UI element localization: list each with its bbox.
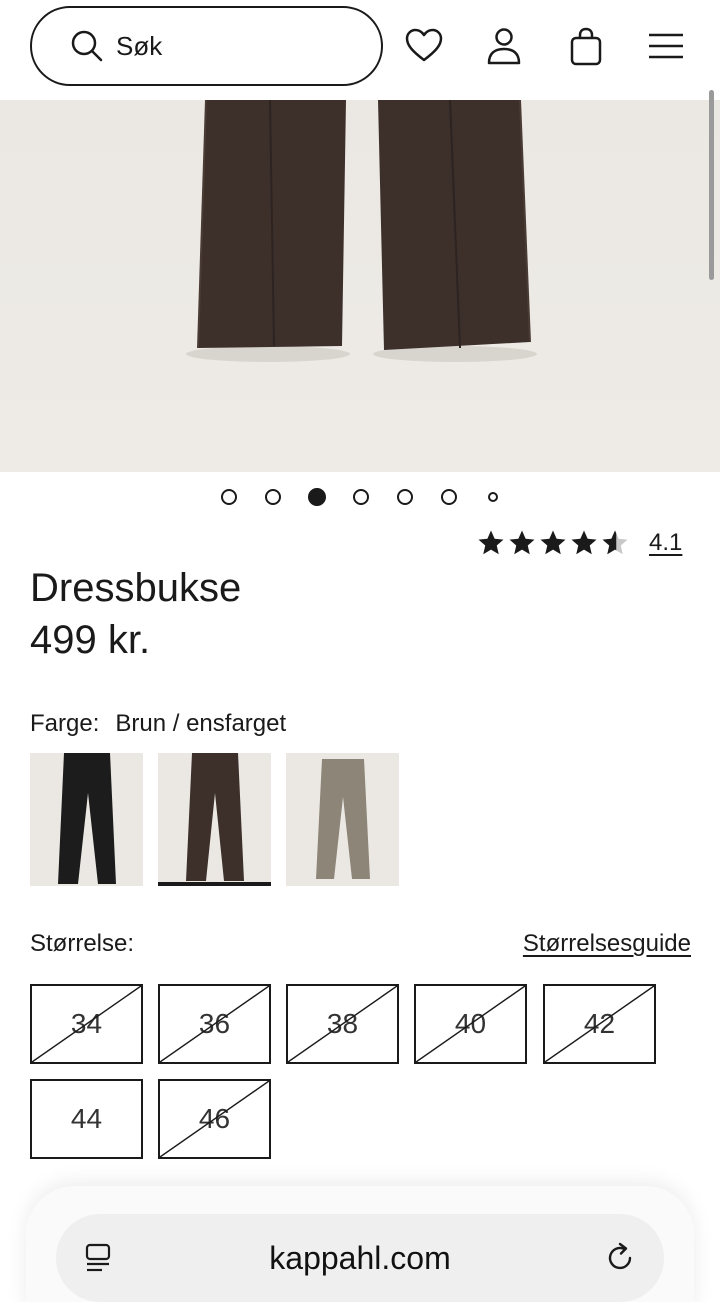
- beige-pants-thumbnail: [316, 759, 370, 879]
- page-scrollbar[interactable]: [709, 90, 714, 280]
- unavailable-strike: [416, 986, 525, 1062]
- product-rating[interactable]: 4.1: [476, 528, 682, 558]
- size-guide-link[interactable]: Størrelsesguide: [523, 930, 691, 958]
- product-title: Dressbukse: [30, 566, 242, 610]
- size-label: Størrelse:: [30, 930, 135, 957]
- url-text[interactable]: kappahl.com: [269, 1240, 450, 1277]
- search-icon: [71, 30, 103, 62]
- unavailable-strike: [32, 986, 141, 1062]
- color-swatch-black[interactable]: [30, 753, 143, 886]
- color-value: Brun / ensfarget: [115, 710, 287, 737]
- carousel-dot-1[interactable]: [221, 489, 237, 505]
- brown-pants-thumbnail: [186, 753, 244, 881]
- star-icon: [509, 530, 535, 555]
- carousel-dot-7[interactable]: [488, 492, 498, 502]
- size-option-42[interactable]: 42: [543, 984, 656, 1064]
- cart-button[interactable]: [564, 22, 608, 70]
- size-header: Størrelse: Størrelsesguide: [30, 930, 691, 958]
- wishlist-button[interactable]: [402, 22, 446, 70]
- unavailable-strike: [545, 986, 654, 1062]
- carousel-dot-5[interactable]: [397, 489, 413, 505]
- unavailable-strike: [160, 1081, 269, 1157]
- menu-button[interactable]: [644, 22, 688, 70]
- size-option-38[interactable]: 38: [286, 984, 399, 1064]
- product-price: 499 kr.: [30, 618, 151, 662]
- search-input[interactable]: Søk: [30, 6, 383, 86]
- user-icon: [487, 28, 521, 65]
- color-swatch-brown[interactable]: [158, 753, 271, 886]
- menu-icon: [649, 33, 683, 59]
- size-option-40[interactable]: 40: [414, 984, 527, 1064]
- carousel-dots: [0, 488, 720, 508]
- color-selector-label: Farge: Brun / ensfarget: [30, 710, 286, 738]
- half-star-icon: [602, 530, 628, 555]
- unavailable-strike: [160, 986, 269, 1062]
- address-bar[interactable]: kappahl.com: [56, 1214, 664, 1302]
- reader-icon[interactable]: [82, 1240, 118, 1276]
- heart-icon: [405, 28, 443, 62]
- size-value: 44: [70, 1103, 103, 1134]
- account-button[interactable]: [482, 22, 526, 70]
- black-pants-thumbnail: [58, 753, 116, 884]
- star-icon: [571, 530, 597, 555]
- browser-toolbar: kappahl.com: [26, 1186, 694, 1302]
- color-swatch-beige[interactable]: [286, 753, 399, 886]
- star-icon: [540, 530, 566, 555]
- size-option-46[interactable]: 46: [158, 1079, 271, 1159]
- size-option-36[interactable]: 36: [158, 984, 271, 1064]
- carousel-dot-2[interactable]: [265, 489, 281, 505]
- size-option-44[interactable]: 44: [30, 1079, 143, 1159]
- carousel-dot-6[interactable]: [441, 489, 457, 505]
- size-option-34[interactable]: 34: [30, 984, 143, 1064]
- rating-stars: [476, 528, 631, 558]
- product-image[interactable]: [0, 100, 720, 472]
- carousel-dot-3[interactable]: [308, 488, 326, 506]
- reload-icon[interactable]: [602, 1240, 638, 1276]
- color-label: Farge:: [30, 710, 100, 737]
- pants-photo: [0, 100, 720, 472]
- unavailable-strike: [288, 986, 397, 1062]
- color-swatches: [30, 753, 414, 886]
- rating-value[interactable]: 4.1: [649, 529, 682, 557]
- bag-icon: [570, 27, 602, 66]
- carousel-dot-4[interactable]: [353, 489, 369, 505]
- search-placeholder: Søk: [116, 30, 163, 61]
- site-header: Søk: [0, 0, 720, 100]
- star-icon: [478, 530, 504, 555]
